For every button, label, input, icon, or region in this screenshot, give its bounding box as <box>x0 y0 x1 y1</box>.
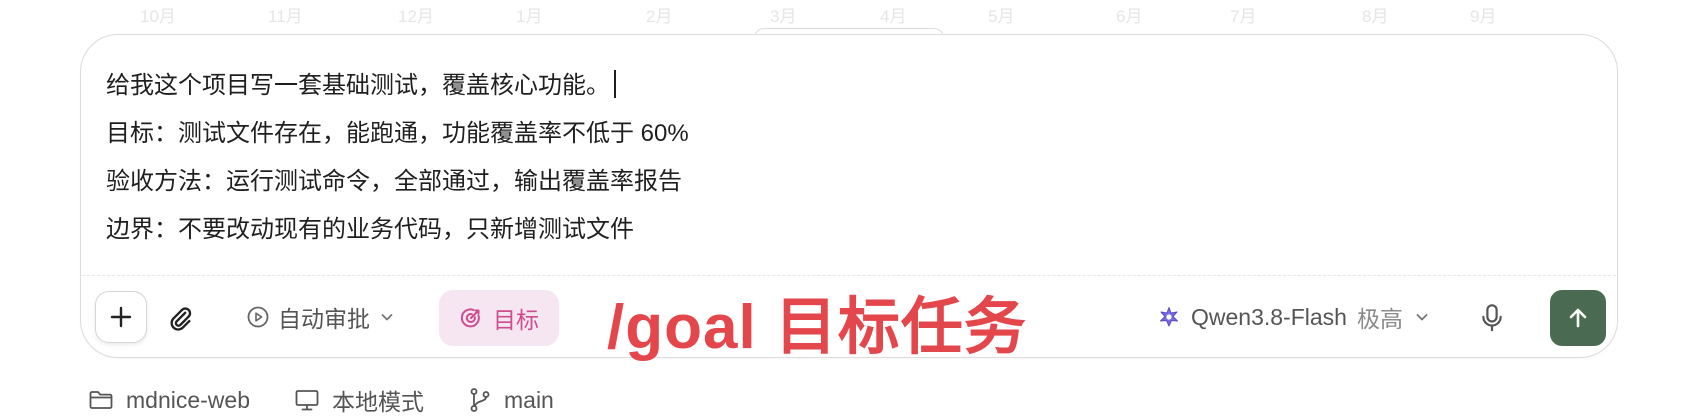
axis-label: 6月 <box>1116 7 1143 26</box>
folder-icon <box>89 391 113 409</box>
project-name: mdnice-web <box>126 386 250 413</box>
prompt-line: 给我这个项目写一套基础测试，覆盖核心功能。 <box>106 62 1586 110</box>
axis-label: 1月 <box>516 7 543 26</box>
auto-approve-label: 自动审批 <box>278 306 370 332</box>
sparkle-icon <box>1160 307 1178 327</box>
axis-label: 7月 <box>1230 7 1257 26</box>
axis-label: 3月 <box>770 7 797 26</box>
attach-button[interactable] <box>160 298 200 338</box>
composer-toolbar: 自动审批 目标 /goal 目标任务 Qwen3.8-Flash 极高 <box>80 286 1618 362</box>
axis-label: 11月 <box>268 7 303 26</box>
prompt-line: 目标：测试文件存在，能跑通，功能覆盖率不低于 60% <box>106 120 689 147</box>
project-selector[interactable]: mdnice-web <box>88 387 250 414</box>
target-icon <box>460 308 480 328</box>
auto-approve-dropdown[interactable]: 自动审批 <box>246 296 396 338</box>
axis-label: 2月 <box>646 7 673 26</box>
text-caret <box>614 70 616 98</box>
prompt-line-text: 给我这个项目写一套基础测试，覆盖核心功能。 <box>106 72 610 99</box>
axis-label: 5月 <box>988 7 1015 26</box>
git-branch-icon <box>470 388 490 412</box>
axis-label: 4月 <box>880 7 907 26</box>
branch-selector[interactable]: main <box>468 387 554 414</box>
arrow-up-icon <box>1569 308 1587 328</box>
axis-label: 8月 <box>1362 7 1389 26</box>
goal-annotation: /goal 目标任务 <box>607 293 1027 362</box>
paperclip-icon <box>170 307 192 331</box>
add-button[interactable] <box>95 291 147 343</box>
model-name: Qwen3.8-Flash <box>1191 303 1347 330</box>
chevron-down-icon <box>381 314 393 321</box>
plus-icon <box>110 306 132 328</box>
voice-input-button[interactable] <box>1472 298 1512 338</box>
effort-level: 极高 <box>1356 306 1403 332</box>
mode-label: 本地模式 <box>332 389 424 415</box>
axis-label: 12月 <box>398 7 434 26</box>
send-button[interactable] <box>1550 290 1606 346</box>
prompt-line: 边界：不要改动现有的业务代码，只新增测试文件 <box>106 216 634 243</box>
prompt-line: 验收方法：运行测试命令，全部通过，输出覆盖率报告 <box>106 168 682 195</box>
branch-name: main <box>504 386 554 413</box>
goal-button[interactable]: 目标 <box>439 290 559 346</box>
model-selector[interactable]: Qwen3.8-Flash 极高 <box>1157 296 1431 338</box>
play-circle-icon <box>247 306 269 328</box>
prompt-input[interactable]: 给我这个项目写一套基础测试，覆盖核心功能。 目标：测试文件存在，能跑通，功能覆盖… <box>106 62 1586 254</box>
status-bar: mdnice-web 本地模式 main <box>88 382 598 418</box>
chevron-down-icon <box>1416 314 1428 321</box>
monitor-icon <box>295 390 319 411</box>
goal-label: 目标 <box>493 307 539 333</box>
microphone-icon <box>1482 304 1502 332</box>
axis-label: 9月 <box>1470 7 1497 26</box>
axis-label: 10月 <box>140 7 176 26</box>
mode-selector[interactable]: 本地模式 <box>294 383 424 417</box>
